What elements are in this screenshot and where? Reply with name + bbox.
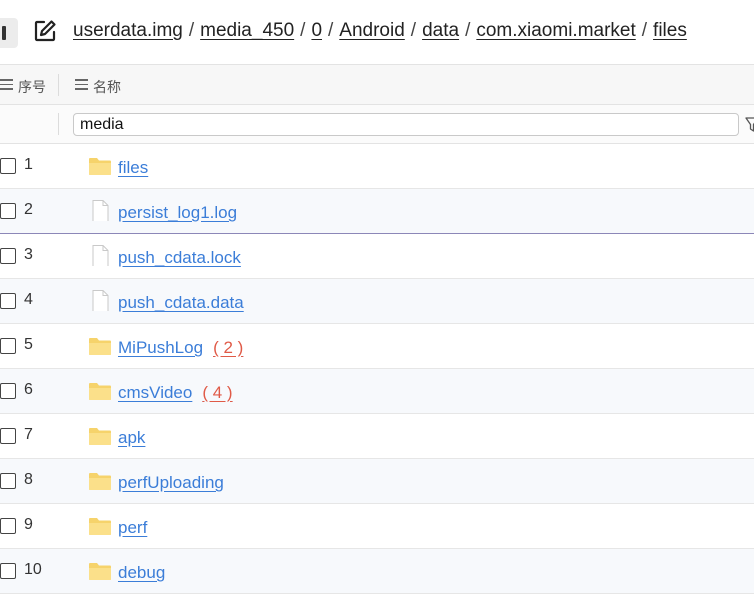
- item-count[interactable]: ( 4 ): [202, 383, 232, 402]
- column-index-label: 序号: [18, 79, 46, 95]
- folder-icon: [88, 516, 112, 536]
- row-index: 10: [24, 561, 42, 578]
- row-index: 4: [24, 291, 33, 308]
- file-name: MiPushLog: [118, 338, 204, 357]
- file-name: debug: [118, 563, 166, 582]
- column-menu-icon[interactable]: [0, 79, 13, 90]
- file-name: push_cdata.lock: [118, 248, 241, 267]
- column-name-label: 名称: [93, 79, 121, 95]
- file-icon: [88, 245, 112, 267]
- column-divider: [58, 113, 59, 135]
- folder-icon: [88, 156, 112, 176]
- column-header: 序号 名称: [0, 65, 754, 105]
- table-row[interactable]: 5 MiPushLog ( 2 ): [0, 324, 754, 369]
- folder-icon: [88, 336, 112, 356]
- edit-icon[interactable]: [33, 19, 57, 43]
- row-checkbox[interactable]: [0, 563, 16, 579]
- table-row[interactable]: 10 debug: [0, 549, 754, 594]
- breadcrumb-separator: /: [410, 20, 417, 41]
- file-name: apk: [118, 428, 146, 447]
- breadcrumb-separator: /: [328, 20, 334, 41]
- row-checkbox[interactable]: [0, 293, 16, 309]
- file-icon: [88, 200, 112, 222]
- row-index: 7: [24, 426, 33, 443]
- row-checkbox[interactable]: [0, 248, 16, 264]
- file-name: push_cdata.data: [118, 293, 244, 312]
- column-menu-icon[interactable]: [75, 79, 88, 90]
- name-filter-input[interactable]: [73, 113, 739, 136]
- file-name-link[interactable]: push_cdata.lock: [118, 248, 241, 268]
- file-name-link[interactable]: push_cdata.data: [118, 293, 244, 313]
- row-checkbox[interactable]: [0, 518, 16, 534]
- breadcrumb: userdata.img / media_450/0/Android / data / co…: [73, 20, 687, 42]
- folder-icon: [88, 471, 112, 491]
- row-index: 9: [24, 516, 33, 533]
- row-checkbox[interactable]: [0, 383, 16, 399]
- table-row[interactable]: 9 perf: [0, 504, 754, 549]
- breadcrumb-item[interactable]: 0: [311, 20, 322, 41]
- file-name-link[interactable]: MiPushLog ( 2 ): [118, 338, 243, 358]
- panel-toggle-button[interactable]: [0, 18, 18, 48]
- item-count[interactable]: ( 2 ): [213, 338, 243, 357]
- row-index: 6: [24, 381, 33, 398]
- file-icon: [88, 290, 112, 312]
- table-row[interactable]: 3 push_cdata.lock: [0, 234, 754, 279]
- breadcrumb-item[interactable]: com.xiaomi.market: [476, 20, 635, 41]
- file-name-link[interactable]: perfUploading: [118, 473, 224, 493]
- filter-row: [0, 105, 754, 144]
- row-index: 1: [24, 156, 33, 173]
- breadcrumb-item[interactable]: Android: [339, 20, 405, 41]
- table-row[interactable]: 2 persist_log1.log: [0, 189, 754, 234]
- table-row[interactable]: 7 apk: [0, 414, 754, 459]
- file-name: cmsVideo: [118, 383, 193, 402]
- folder-icon: [88, 381, 112, 401]
- filter-icon[interactable]: [745, 117, 754, 133]
- table-row[interactable]: 8 perfUploading: [0, 459, 754, 504]
- file-name: files: [118, 158, 149, 177]
- file-name-link[interactable]: files: [118, 158, 148, 178]
- file-name-link[interactable]: perf: [118, 518, 147, 538]
- row-index: 2: [24, 201, 33, 218]
- row-checkbox[interactable]: [0, 338, 16, 354]
- breadcrumb-separator: /: [641, 20, 648, 41]
- row-checkbox[interactable]: [0, 158, 16, 174]
- file-name-link[interactable]: apk: [118, 428, 145, 448]
- file-name: perf: [118, 518, 148, 537]
- table-row[interactable]: 6 cmsVideo ( 4 ): [0, 369, 754, 414]
- row-index: 5: [24, 336, 33, 353]
- path-bar: userdata.img / media_450/0/Android / data / co…: [0, 0, 754, 65]
- row-checkbox[interactable]: [0, 473, 16, 489]
- folder-icon: [88, 561, 112, 581]
- row-checkbox[interactable]: [0, 428, 16, 444]
- table-row[interactable]: 4 push_cdata.data: [0, 279, 754, 324]
- file-name: perfUploading: [118, 473, 224, 492]
- table-row[interactable]: 1 files: [0, 144, 754, 189]
- file-name-link[interactable]: persist_log1.log: [118, 203, 237, 223]
- breadcrumb-separator: /: [300, 20, 306, 41]
- column-divider: [58, 74, 59, 96]
- file-list: 1 files 2 persist_log1.log 3 push_cdata.lock 4…: [0, 144, 754, 594]
- breadcrumb-item[interactable]: data: [422, 20, 459, 41]
- breadcrumb-item[interactable]: media_450: [200, 20, 294, 41]
- file-name-link[interactable]: debug: [118, 563, 165, 583]
- file-name: persist_log1.log: [118, 203, 238, 222]
- row-index: 8: [24, 471, 33, 488]
- breadcrumb-separator: /: [188, 20, 195, 41]
- breadcrumb-item[interactable]: files: [653, 20, 687, 41]
- file-name-link[interactable]: cmsVideo ( 4 ): [118, 383, 233, 403]
- folder-icon: [88, 426, 112, 446]
- breadcrumb-separator: /: [465, 20, 471, 41]
- row-index: 3: [24, 246, 33, 263]
- breadcrumb-item[interactable]: userdata.img: [73, 20, 183, 41]
- row-checkbox[interactable]: [0, 203, 16, 219]
